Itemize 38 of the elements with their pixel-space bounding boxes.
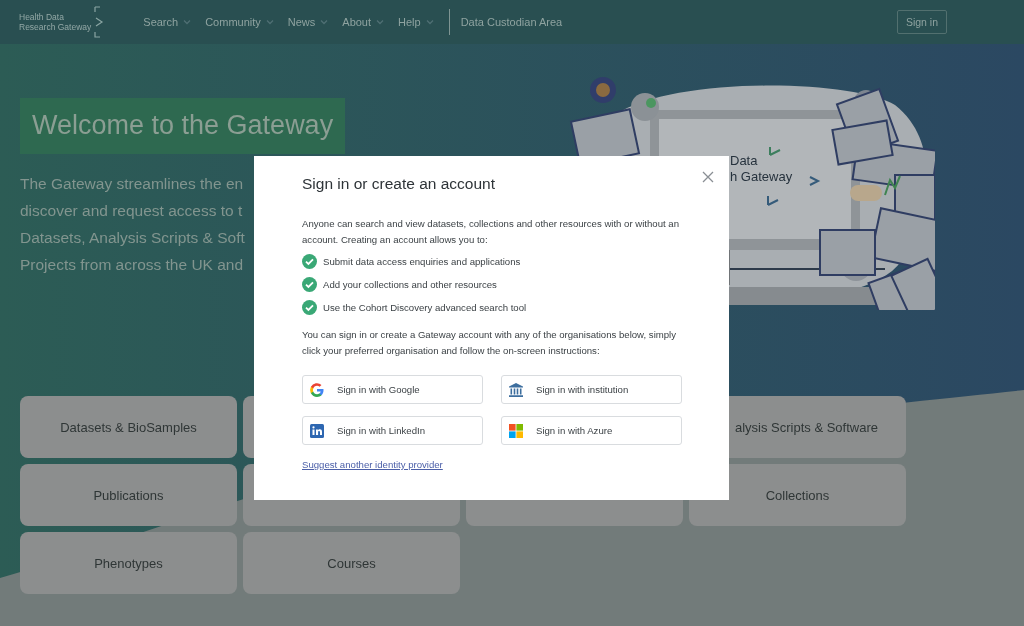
nav-menu-item[interactable]: Community xyxy=(205,16,274,28)
provider-button[interactable]: Sign in with Azure xyxy=(501,416,682,445)
check-circle-icon xyxy=(302,254,317,269)
custodian-link[interactable]: Data Custodian Area xyxy=(460,16,563,28)
hero-text-line: Datasets, Analysis Scripts & Soft xyxy=(20,228,245,248)
benefit-text: Submit data access enquiries and applications xyxy=(323,256,521,267)
nav-menu-item[interactable]: News xyxy=(287,16,329,28)
benefit-text: Use the Cohort Discovery advanced search tool xyxy=(323,302,527,313)
sign-in-button[interactable]: Sign in xyxy=(896,10,947,34)
category-tile[interactable]: Publications xyxy=(20,464,237,526)
nav-menu-item[interactable]: Help xyxy=(398,16,434,28)
screen-text: Data xyxy=(730,153,758,168)
intro-text: Anyone can search and view datasets, collections and other resources with or without an account. Creating an account allows you to: xyxy=(302,217,681,247)
google-icon xyxy=(309,381,325,398)
instructions-text: You can sign in or create a Gateway account with any of the organisations below, simply click your preferred organisation and follow the on-screen instructions: xyxy=(302,328,677,358)
check-circle-icon xyxy=(302,277,317,292)
nav-menu-item[interactable]: Search xyxy=(143,16,192,28)
provider-button[interactable]: Sign in with LinkedIn xyxy=(302,416,483,445)
bank-building-icon xyxy=(508,381,524,398)
dialog-title: Sign in or create an account xyxy=(302,174,496,194)
check-circle-icon xyxy=(302,300,317,315)
provider-button[interactable]: Sign in with Google xyxy=(302,375,483,404)
nav-menu-item[interactable]: About xyxy=(342,16,385,28)
windows-squares-icon xyxy=(508,422,524,439)
hero-text-line: Projects from across the UK and xyxy=(20,255,244,275)
category-tile[interactable]: Datasets & BioSamples xyxy=(20,396,237,458)
screen-text: h Gateway xyxy=(730,169,793,184)
category-tile[interactable]: Courses xyxy=(243,532,460,594)
benefit-text: Add your collections and other resources xyxy=(323,279,497,290)
suggest-provider-link[interactable]: Suggest another identity provider xyxy=(302,459,443,470)
linkedin-icon xyxy=(309,422,325,439)
hero-text-line: The Gateway streamlines the en xyxy=(20,174,244,194)
logo-text[interactable]: Health Data Research Gateway xyxy=(19,12,92,32)
provider-button[interactable]: Sign in with institution xyxy=(501,375,682,404)
hero-title: Welcome to the Gateway xyxy=(20,98,346,154)
category-tile[interactable]: Phenotypes xyxy=(20,532,237,594)
close-icon[interactable] xyxy=(701,170,715,184)
hero-text-line: discover and request access to t xyxy=(20,201,243,221)
